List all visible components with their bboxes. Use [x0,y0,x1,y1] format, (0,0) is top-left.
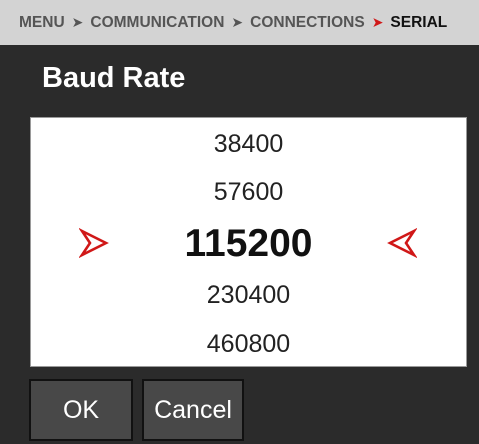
breadcrumb-separator-active-icon: ➤ [371,14,384,30]
picker-option[interactable]: 57600 [31,177,466,207]
breadcrumb-separator-icon: ➤ [231,14,244,30]
breadcrumb-item-menu[interactable]: MENU [19,14,65,32]
breadcrumb: MENU ➤ COMMUNICATION ➤ CONNECTIONS ➤ SER… [0,0,479,45]
arrow-left-icon [387,228,417,258]
arrow-right-icon [79,228,109,258]
picker-option[interactable]: 38400 [31,129,466,159]
breadcrumb-item-serial: SERIAL [390,13,448,31]
picker-option[interactable]: 460800 [31,329,466,359]
breadcrumb-separator-icon: ➤ [71,14,84,30]
breadcrumb-item-communication[interactable]: COMMUNICATION [90,14,224,32]
cancel-button[interactable]: Cancel [142,379,244,441]
baud-rate-picker[interactable]: 38400 57600 115200 230400 460800 [30,117,467,367]
ok-button[interactable]: OK [29,379,133,441]
breadcrumb-item-connections[interactable]: CONNECTIONS [250,14,365,32]
picker-option[interactable]: 230400 [31,280,466,310]
dialog-title: Baud Rate [42,62,186,94]
